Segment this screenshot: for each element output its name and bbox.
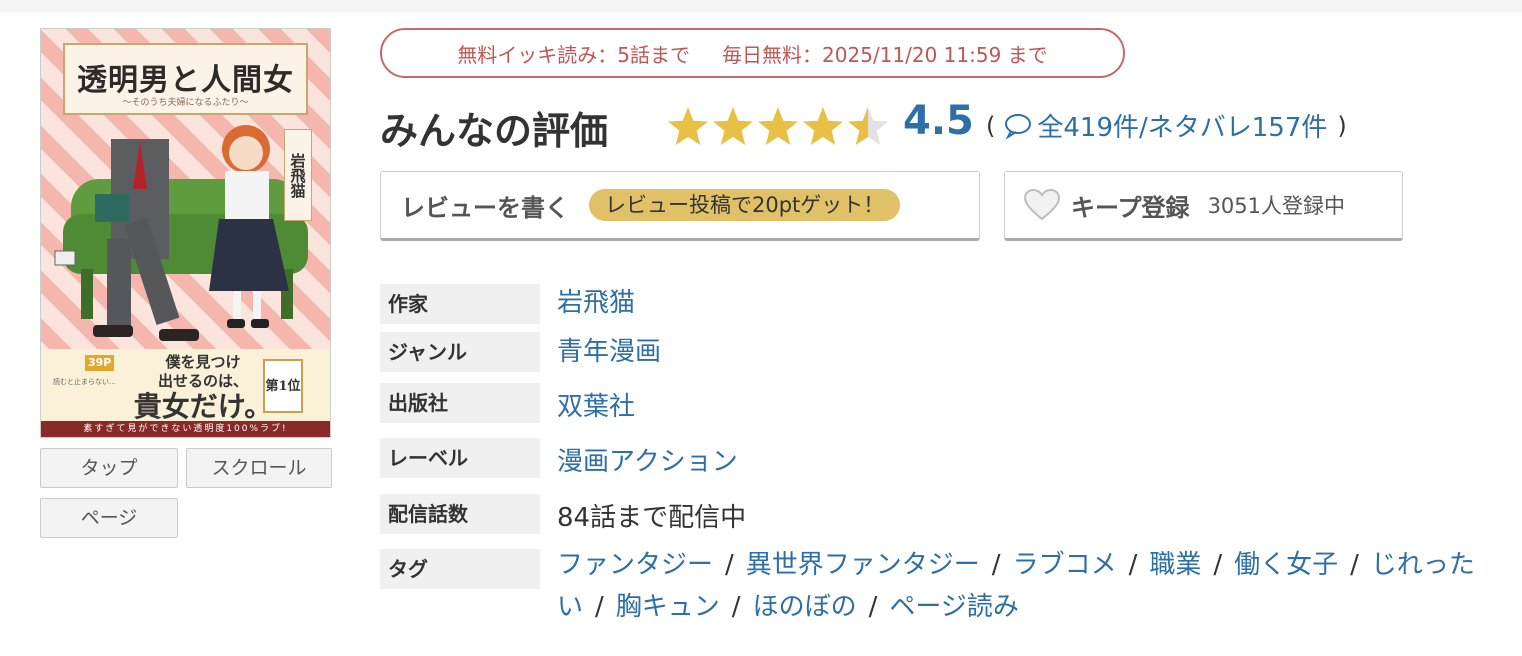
rating-score: 4.5: [903, 98, 974, 144]
cover-band: 39P 読むと止まらない… 僕を見つけ 出せるのは、 貴女だけ。 第1位: [41, 349, 330, 423]
tag-link[interactable]: 胸キュン: [616, 592, 720, 622]
tag-link[interactable]: 働く女子: [1234, 550, 1338, 580]
author-label: 作家: [380, 284, 540, 324]
open-paren: (: [986, 111, 996, 140]
rating-stars: [668, 107, 888, 145]
tag-link[interactable]: 異世界ファンタジー: [746, 550, 980, 580]
tap-mode-button[interactable]: タップ: [40, 448, 178, 488]
free-reading-banner: 無料イッキ読み：5話まで 毎日無料：2025/11/20 11:59 まで: [380, 28, 1125, 78]
write-review-button[interactable]: レビューを書く レビュー投稿で20ptゲット！: [380, 171, 980, 241]
tag-separator: /: [1128, 550, 1138, 580]
tag-link[interactable]: ファンタジー: [557, 550, 713, 580]
cover-band-text: 僕を見つけ 出せるのは、 貴女だけ。: [133, 353, 273, 423]
author-link[interactable]: 岩飛猫: [557, 282, 635, 319]
review-count-link[interactable]: 全419件/ネタバレ157件: [1037, 107, 1327, 144]
tag-link[interactable]: ほのぼの: [753, 592, 857, 622]
close-paren: ): [1337, 111, 1347, 140]
free-daily-text: 毎日無料：2025/11/20 11:59 まで: [722, 42, 1048, 67]
cover-band-line3: 貴女だけ。: [133, 390, 273, 423]
keep-count: 3051人登録中: [1207, 194, 1346, 218]
episodes-label: 配信話数: [380, 494, 540, 534]
tag-link[interactable]: ラブコメ: [1013, 550, 1117, 580]
tags-label: タグ: [380, 549, 540, 589]
publisher-label: 出版社: [380, 383, 540, 423]
tag-link[interactable]: 職業: [1149, 550, 1201, 580]
cover-title-box: 透明男と人間女 〜そのうち夫婦になるふたり〜: [63, 43, 308, 115]
review-counts[interactable]: ( 全419件/ネタバレ157件 ): [986, 107, 1347, 144]
heart-icon: [1023, 188, 1061, 221]
cover-author: 岩飛猫: [284, 129, 312, 221]
tag-separator: /: [991, 550, 1001, 580]
star-icon: [713, 107, 753, 145]
keep-button[interactable]: キープ登録 3051人登録中: [1004, 171, 1403, 241]
scroll-mode-button[interactable]: スクロール: [186, 448, 332, 488]
rating-title: みんなの評価: [380, 109, 609, 153]
review-points-badge: レビュー投稿で20ptゲット！: [589, 189, 901, 221]
comment-bubble-icon: [1005, 113, 1032, 139]
imprint-label: レーベル: [380, 438, 540, 478]
cover-title: 透明男と人間女: [77, 63, 294, 98]
episodes-value: 84話まで配信中: [557, 503, 747, 533]
keep-label: キープ登録: [1071, 193, 1190, 222]
tag-list: ファンタジー / 異世界ファンタジー / ラブコメ / 職業 / 働く女子 / じれったい / 胸キュン…: [557, 544, 1477, 628]
top-strip: [0, 0, 1522, 12]
cover-band-small: 読むと止まらない…: [53, 378, 116, 386]
star-icon: [848, 107, 888, 145]
star-icon: [758, 107, 798, 145]
tag-separator: /: [595, 592, 604, 622]
cover-band-line1: 僕を見つけ: [165, 353, 241, 371]
genre-label: ジャンル: [380, 332, 540, 372]
page-mode-button[interactable]: ページ: [40, 498, 178, 538]
free-ikki-text: 無料イッキ読み：5話まで: [457, 42, 691, 67]
tag-separator: /: [1350, 550, 1359, 580]
cover-subtitle: 〜そのうち夫婦になるふたり〜: [122, 98, 249, 108]
tag-separator: /: [868, 592, 878, 622]
tag-separator: /: [725, 550, 734, 580]
tag-separator: /: [731, 592, 741, 622]
imprint-link[interactable]: 漫画アクション: [557, 441, 738, 478]
tag-link[interactable]: ページ読み: [889, 592, 1018, 622]
tag-separator: /: [1213, 550, 1223, 580]
star-icon: [668, 107, 708, 145]
cover-rank-badge: 第1位: [263, 359, 303, 413]
star-icon: [803, 107, 843, 145]
cover-band-badge: 39P: [85, 355, 115, 371]
cover-footer: 素すぎて見ができない透明度100%ラブ!: [41, 421, 330, 437]
genre-link[interactable]: 青年漫画: [557, 331, 661, 368]
write-review-label: レビューを書く: [401, 193, 569, 222]
cover-image[interactable]: 透明男と人間女 〜そのうち夫婦になるふたり〜 岩飛猫 39P 読むと止まらない……: [40, 28, 331, 438]
cover-band-line2: 出せるのは、: [157, 372, 248, 390]
publisher-link[interactable]: 双葉社: [557, 386, 635, 423]
